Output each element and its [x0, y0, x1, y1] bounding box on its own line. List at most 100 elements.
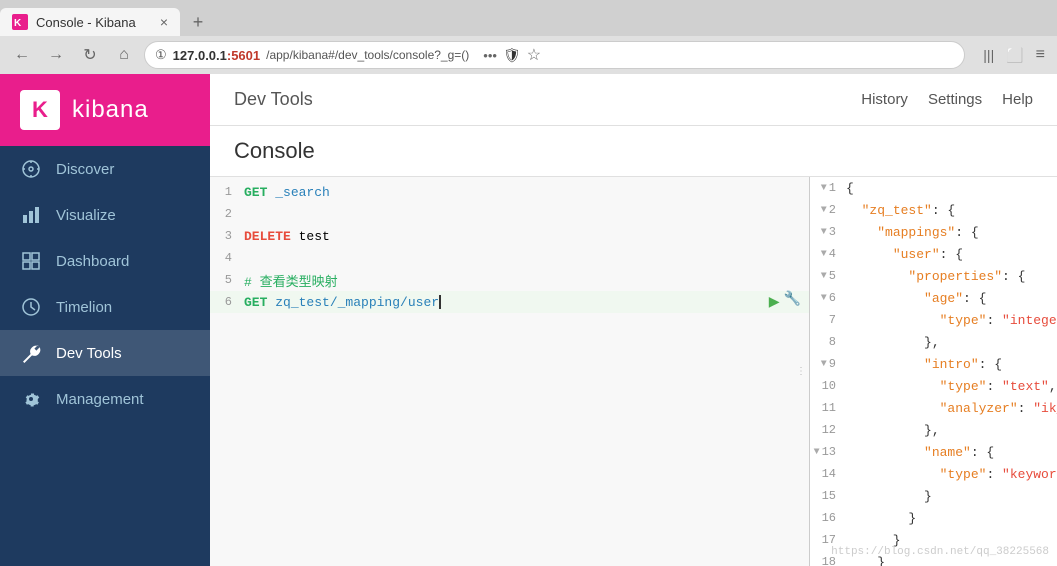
address-bar: ← → ↻ ⌂ ① 127.0.0.1:5601 /app/kibana#/de…: [0, 36, 1057, 74]
resp-content-14: "type": "keyword": [840, 467, 1057, 482]
resp-num-6: ▼6: [810, 291, 840, 305]
refresh-button[interactable]: ↻: [76, 41, 104, 69]
tab-favicon: K: [12, 14, 28, 30]
response-lines: ▼1 { ▼2 "zq_test": { ▼3 "mappings": { ▼4: [810, 177, 1057, 566]
gear-icon: [20, 388, 42, 410]
resp-content-4: "user": {: [840, 247, 1057, 262]
main-content: Dev Tools History Settings Help Console …: [210, 74, 1057, 566]
resp-num-17: 17: [810, 533, 840, 547]
bookmark-icon[interactable]: ☆: [527, 45, 541, 65]
resp-num-7: 7: [810, 313, 840, 327]
forward-button[interactable]: →: [42, 41, 70, 69]
main-header-actions: History Settings Help: [861, 91, 1033, 108]
svg-text:K: K: [14, 18, 22, 28]
code-line-1: 1 GET _search: [210, 181, 809, 203]
resp-content-15: }: [840, 489, 1057, 504]
line-content-6[interactable]: GET zq_test/_mapping/user: [240, 295, 769, 310]
back-button[interactable]: ←: [8, 41, 36, 69]
line-number-5: 5: [210, 273, 240, 287]
line-number-4: 4: [210, 251, 240, 265]
sidebar-item-dashboard[interactable]: Dashboard: [0, 238, 210, 284]
history-button[interactable]: History: [861, 91, 908, 108]
url-input[interactable]: ① 127.0.0.1:5601 /app/kibana#/dev_tools/…: [144, 41, 965, 69]
tab-bar: K Console - Kibana × +: [0, 0, 1057, 36]
sidebar-item-timelion[interactable]: Timelion: [0, 284, 210, 330]
line-number-1: 1: [210, 185, 240, 199]
app-container: K kibana Discover Visualize Das: [0, 74, 1057, 566]
run-button[interactable]: ▶: [769, 291, 780, 313]
resp-content-16: }: [840, 511, 1057, 526]
url-path: /app/kibana#/dev_tools/console?_g=(): [266, 48, 469, 62]
resp-content-6: "age": {: [840, 291, 1057, 306]
code-lines: 1 GET _search 2 3 DELETE test 4: [210, 177, 809, 317]
sidebar-item-management[interactable]: Management: [0, 376, 210, 422]
code-line-6: 6 GET zq_test/_mapping/user ▶ 🔧: [210, 291, 809, 313]
resp-line-12: 12 },: [810, 423, 1057, 445]
console-panels: 1 GET _search 2 3 DELETE test 4: [210, 177, 1057, 566]
menu-icon[interactable]: ≡: [1032, 42, 1049, 68]
dashboard-label: Dashboard: [56, 253, 129, 270]
code-line-2: 2: [210, 203, 809, 225]
line-content-5[interactable]: # 查看类型映射: [240, 271, 809, 290]
discover-label: Discover: [56, 161, 114, 178]
resp-content-1: {: [840, 181, 1057, 196]
resp-line-2: ▼2 "zq_test": {: [810, 203, 1057, 225]
help-button[interactable]: Help: [1002, 91, 1033, 108]
browser-actions: ||| ⬜ ≡: [979, 42, 1049, 68]
tab-close-button[interactable]: ×: [160, 14, 168, 30]
resp-content-7: "type": "integer": [840, 313, 1057, 328]
sidebar-logo: K kibana: [0, 74, 210, 146]
resp-content-8: },: [840, 335, 1057, 350]
new-tab-button[interactable]: +: [184, 8, 212, 36]
panel-resize-handle[interactable]: ⋮: [793, 362, 809, 382]
resp-line-7: 7 "type": "integer": [810, 313, 1057, 335]
line-number-3: 3: [210, 229, 240, 243]
more-btn[interactable]: •••: [483, 48, 497, 63]
home-button[interactable]: ⌂: [110, 41, 138, 69]
wrench-icon: [20, 342, 42, 364]
line-content-2[interactable]: [240, 207, 809, 222]
main-header-title: Dev Tools: [234, 89, 313, 110]
resp-line-8: 8 },: [810, 335, 1057, 357]
active-tab: K Console - Kibana ×: [0, 8, 180, 36]
url-protocol: ①: [155, 47, 167, 63]
sidebar-nav: Discover Visualize Dashboard Timelion: [0, 146, 210, 566]
resp-line-4: ▼4 "user": {: [810, 247, 1057, 269]
resp-num-15: 15: [810, 489, 840, 503]
tab-title: Console - Kibana: [36, 15, 136, 30]
line-content-3[interactable]: DELETE test: [240, 229, 809, 244]
resp-content-11: "analyzer": "ik_max_word": [840, 401, 1057, 416]
resp-num-9: ▼9: [810, 357, 840, 371]
line-content-1[interactable]: GET _search: [240, 185, 809, 200]
resp-content-9: "intro": {: [840, 357, 1057, 372]
sidebar-item-dev-tools[interactable]: Dev Tools: [0, 330, 210, 376]
settings-button[interactable]: Settings: [928, 91, 982, 108]
url-actions: ••• 🛡 ☆: [483, 45, 541, 65]
resp-line-6: ▼6 "age": {: [810, 291, 1057, 313]
editor-panel[interactable]: 1 GET _search 2 3 DELETE test 4: [210, 177, 810, 566]
sidebar-item-visualize[interactable]: Visualize: [0, 192, 210, 238]
resp-num-13: ▼13: [810, 445, 840, 459]
sidebar: K kibana Discover Visualize Das: [0, 74, 210, 566]
resp-num-1: ▼1: [810, 181, 840, 195]
line-content-4[interactable]: [240, 251, 809, 266]
resp-num-8: 8: [810, 335, 840, 349]
resp-content-3: "mappings": {: [840, 225, 1057, 240]
resp-num-4: ▼4: [810, 247, 840, 261]
browser-chrome: K Console - Kibana × + ← → ↻ ⌂ ① 127.0.0…: [0, 0, 1057, 74]
sidebar-item-discover[interactable]: Discover: [0, 146, 210, 192]
resp-content-12: },: [840, 423, 1057, 438]
code-line-3: 3 DELETE test: [210, 225, 809, 247]
wrench-action-button[interactable]: 🔧: [784, 291, 801, 313]
split-icon[interactable]: ⬜: [1002, 43, 1027, 68]
resp-line-10: 10 "type": "text",: [810, 379, 1057, 401]
response-panel: ▼1 { ▼2 "zq_test": { ▼3 "mappings": { ▼4: [810, 177, 1057, 566]
compass-icon: [20, 158, 42, 180]
extensions-icon[interactable]: |||: [979, 43, 998, 67]
clock-icon: [20, 296, 42, 318]
console-title: Console: [210, 126, 1057, 177]
resp-num-5: ▼5: [810, 269, 840, 283]
resp-num-11: 11: [810, 401, 840, 415]
line-number-2: 2: [210, 207, 240, 221]
resp-content-5: "properties": {: [840, 269, 1057, 284]
